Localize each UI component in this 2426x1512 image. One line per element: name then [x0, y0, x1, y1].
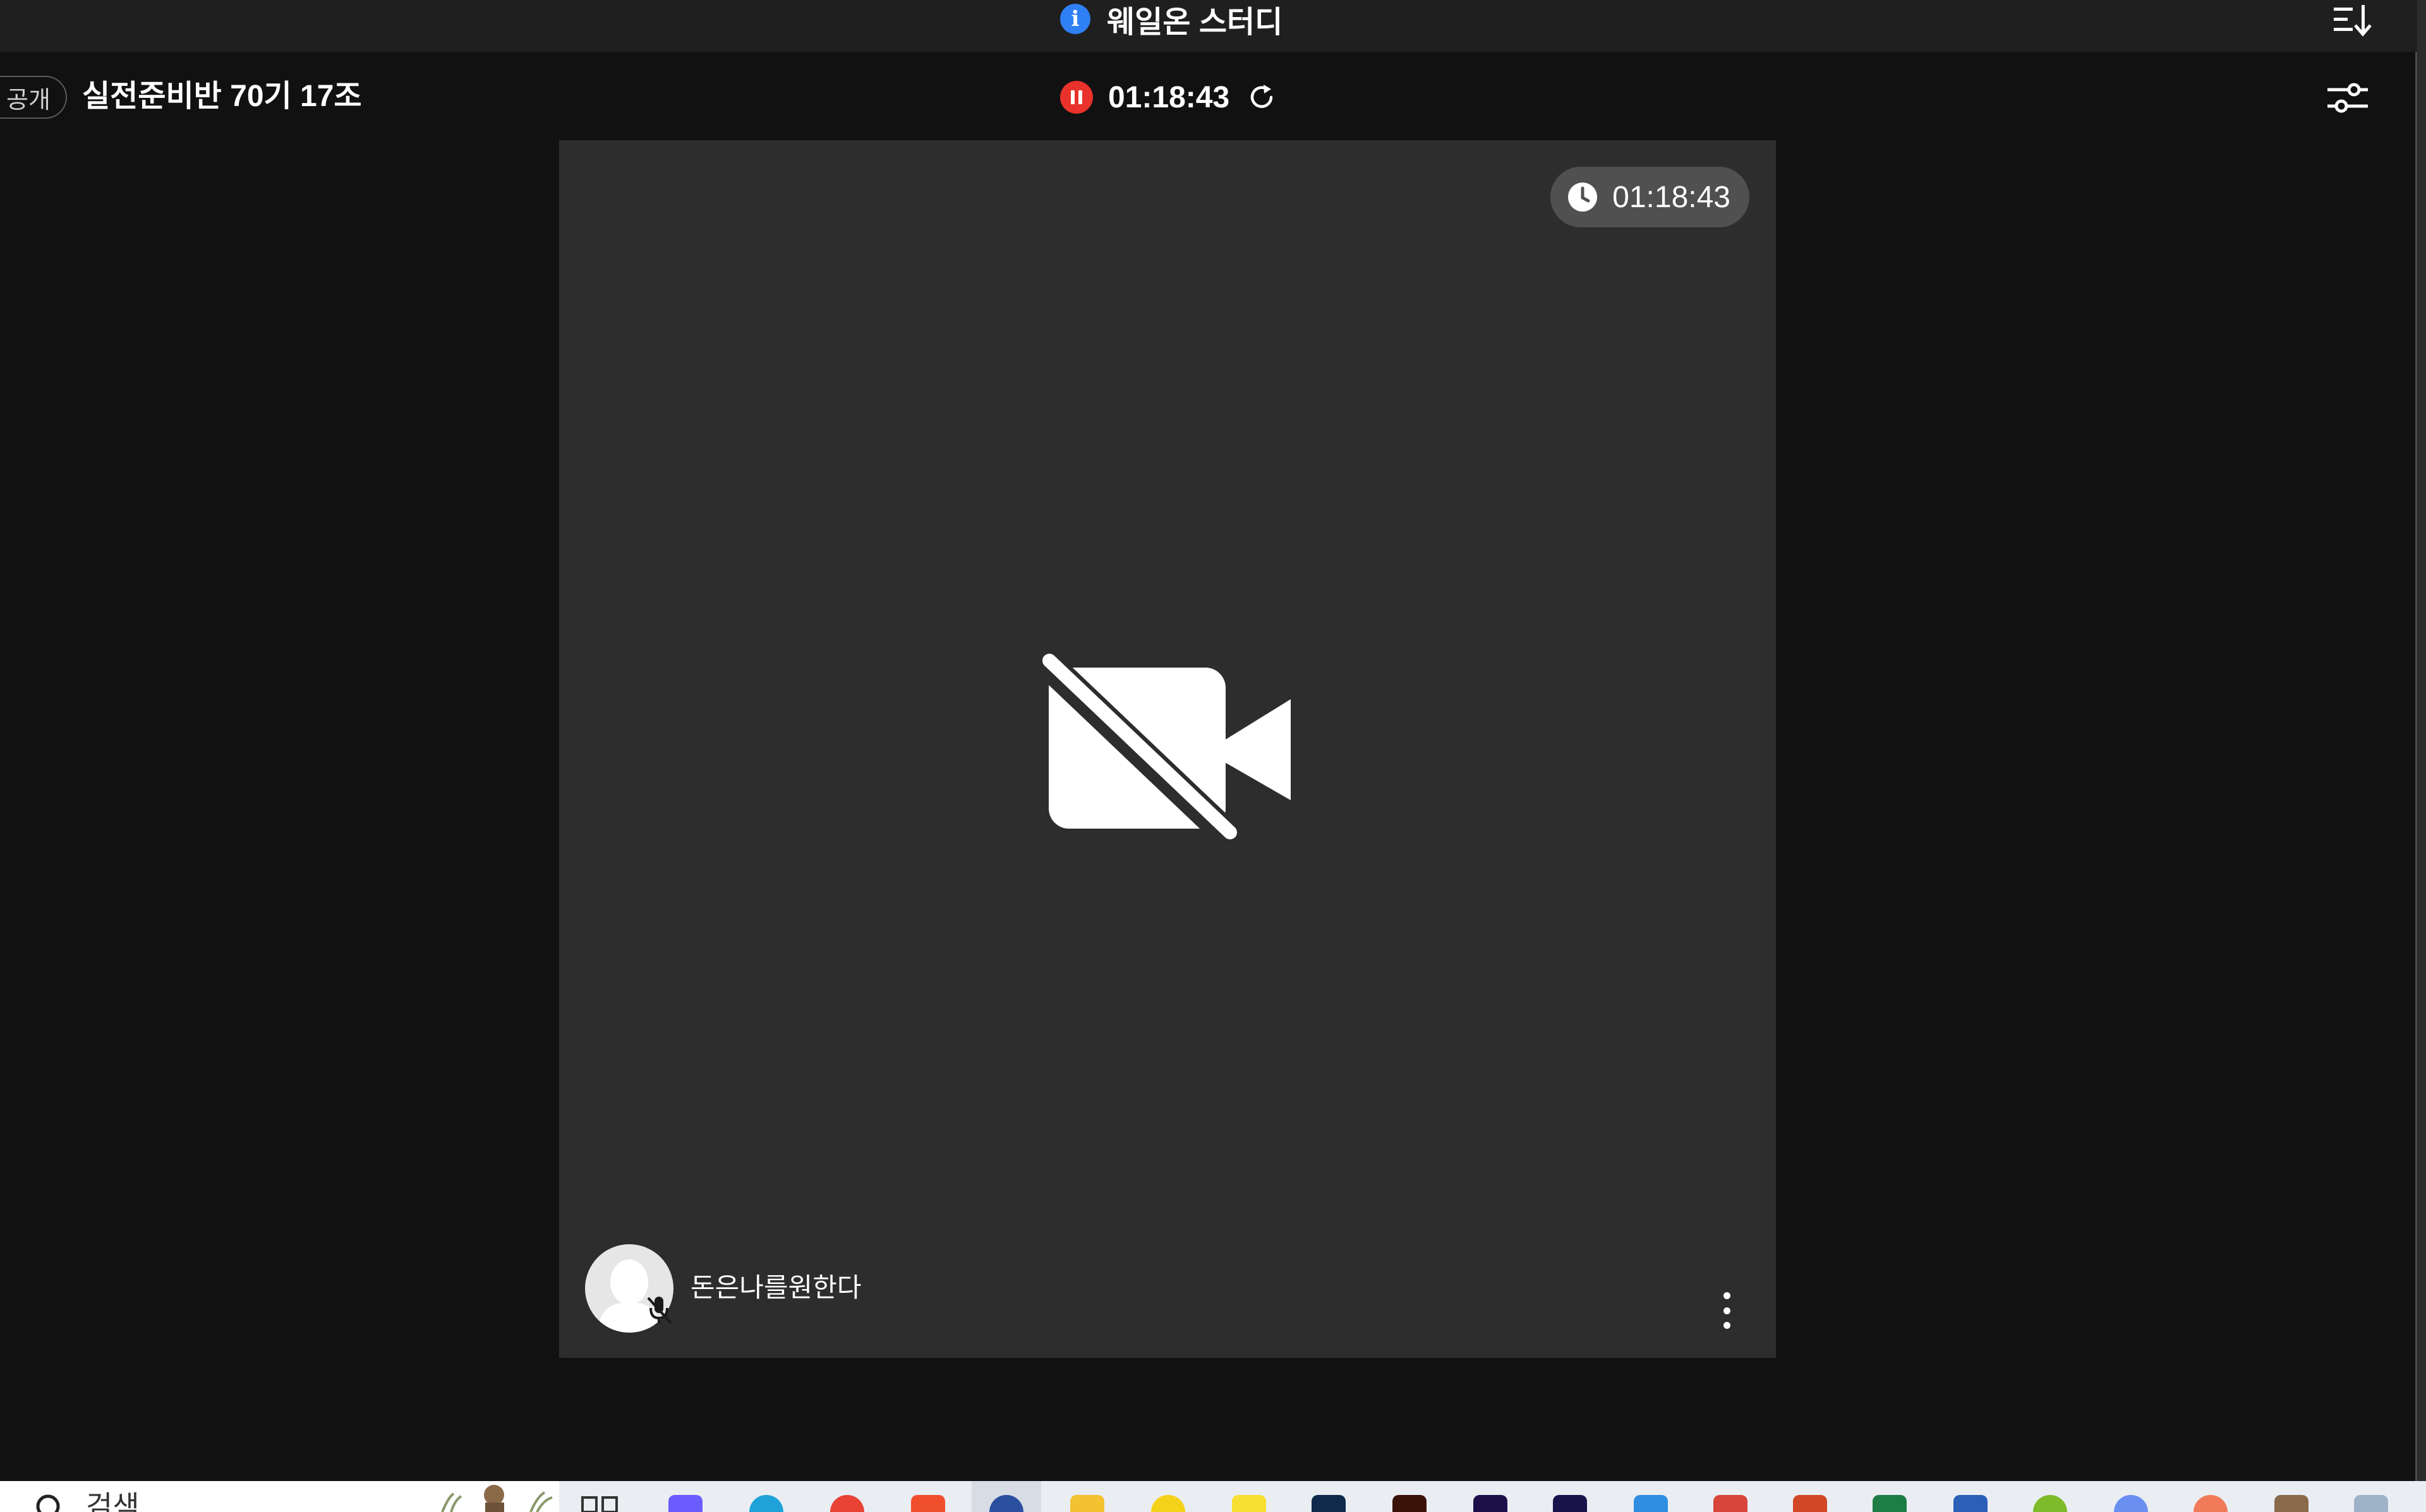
photoshop-icon[interactable]: [1312, 1495, 1346, 1512]
powerpoint-icon[interactable]: [1793, 1495, 1827, 1512]
search-highlight-icon: [441, 1485, 553, 1512]
sliders-icon[interactable]: [2325, 76, 2370, 120]
kakaotalk-icon[interactable]: [1232, 1495, 1266, 1512]
app-title: 웨일온 스터디: [1107, 6, 1283, 39]
visibility-tag[interactable]: 공개: [0, 76, 67, 119]
illustrator-icon[interactable]: [1392, 1495, 1427, 1512]
room-title: 실전준비반 70기 17조: [82, 80, 362, 113]
search-icon: [36, 1494, 60, 1512]
elapsed-time-badge: 01:18:43: [1550, 167, 1749, 227]
store-icon[interactable]: [1634, 1495, 1668, 1512]
after-effects-icon[interactable]: [1553, 1495, 1587, 1512]
badge-timer: 01:18:43: [1612, 180, 1730, 214]
session-timer: 01:18:43: [1060, 77, 1277, 117]
edge-icon[interactable]: [749, 1495, 783, 1512]
misc-app-icon[interactable]: [2354, 1495, 2388, 1512]
refresh-icon[interactable]: [1246, 81, 1277, 113]
pause-icon[interactable]: [1060, 81, 1093, 114]
orange-app-icon[interactable]: [2194, 1495, 2228, 1512]
word-icon[interactable]: [1953, 1495, 1988, 1512]
media-player-icon[interactable]: [1151, 1495, 1185, 1512]
sort-icon[interactable]: [2331, 1, 2375, 39]
video-tile[interactable]: 01:18:43 돈은나를원한다: [559, 140, 1776, 1358]
mic-off-icon: [647, 1297, 672, 1324]
taskbar: 검색: [0, 1481, 2426, 1512]
video-off-icon: [1039, 652, 1291, 841]
file-explorer-icon[interactable]: [1070, 1495, 1104, 1512]
window-edge: [2417, 0, 2426, 1481]
search-placeholder: 검색: [86, 1490, 140, 1512]
copilot-icon[interactable]: [668, 1495, 703, 1512]
green-app-icon[interactable]: [2033, 1495, 2067, 1512]
chrome-icon[interactable]: [830, 1495, 864, 1512]
premiere-icon[interactable]: [1473, 1495, 1507, 1512]
excel-icon[interactable]: [1873, 1495, 1907, 1512]
brave-icon[interactable]: [911, 1495, 945, 1512]
acrobat-icon[interactable]: [1713, 1495, 1747, 1512]
title-bar: i 웨일온 스터디: [0, 0, 2426, 52]
blue-app-icon[interactable]: [2114, 1495, 2148, 1512]
participant-name: 돈은나를원한다: [691, 1273, 862, 1302]
task-view-icon[interactable]: [580, 1494, 620, 1512]
more-vertical-icon[interactable]: [1715, 1290, 1738, 1331]
info-icon[interactable]: i: [1060, 4, 1090, 34]
timer-text: 01:18:43: [1108, 80, 1230, 114]
clock-icon: [1568, 183, 1598, 212]
app-title-group: i 웨일온 스터디: [1060, 0, 1283, 39]
photo-app-icon[interactable]: [2274, 1495, 2308, 1512]
taskbar-search[interactable]: 검색: [0, 1481, 559, 1512]
